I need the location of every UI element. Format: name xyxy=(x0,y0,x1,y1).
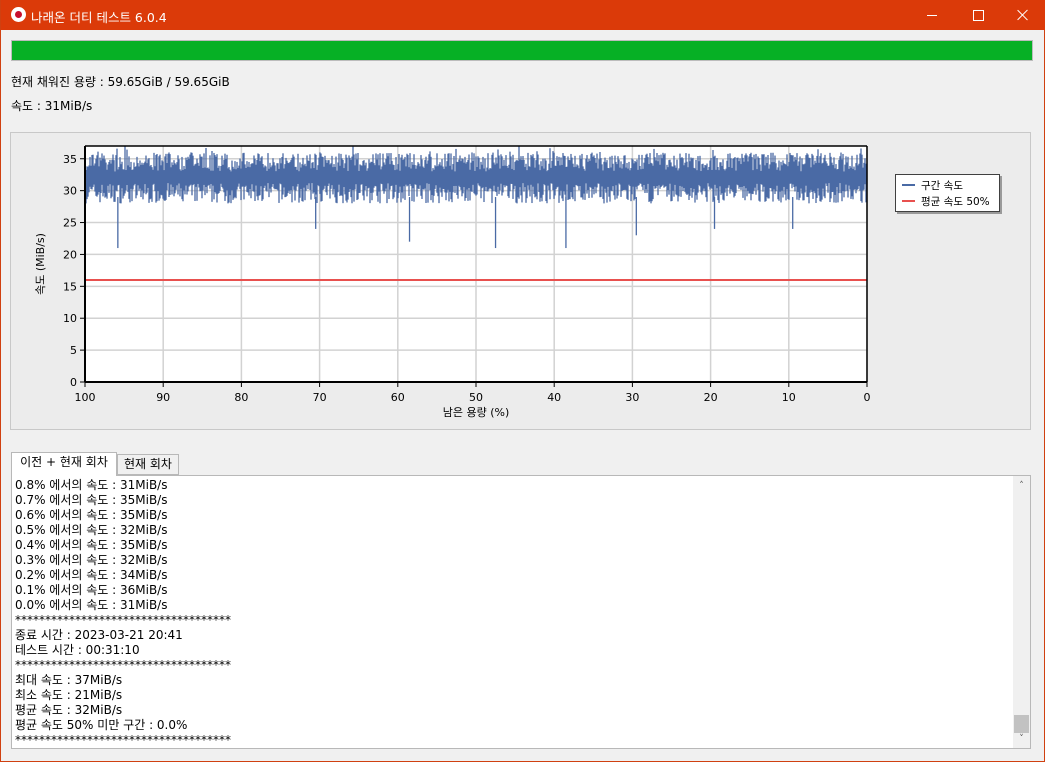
tab-previous-and-current[interactable]: 이전 + 현재 회차 xyxy=(11,452,117,476)
log-line: 0.3% 에서의 속도 : 32MiB/s xyxy=(15,553,168,567)
x-tick-label: 0 xyxy=(864,391,871,404)
x-tick-label: 40 xyxy=(547,391,561,404)
scroll-up-icon[interactable]: ˄ xyxy=(1013,477,1030,494)
y-tick-label: 10 xyxy=(63,312,77,325)
legend-label-average-speed: 평균 속도 50% xyxy=(921,195,990,208)
close-button[interactable] xyxy=(1000,0,1045,30)
x-tick-label: 20 xyxy=(704,391,718,404)
log-line: 테스트 시간 : 00:31:10 xyxy=(15,643,140,657)
legend-swatch-average-speed xyxy=(902,200,915,202)
x-axis-label: 남은 용량 (%) xyxy=(443,406,510,419)
log-line: 0.6% 에서의 속도 : 35MiB/s xyxy=(15,508,168,522)
legend-label-interval-speed: 구간 속도 xyxy=(921,179,963,192)
legend-swatch-interval-speed xyxy=(902,184,915,186)
x-tick-label: 50 xyxy=(469,391,483,404)
y-axis-label: 속도 (MiB/s) xyxy=(34,233,47,295)
log-line: 0.8% 에서의 속도 : 31MiB/s xyxy=(15,478,168,492)
app-logo-icon xyxy=(11,7,26,22)
speed-chart-panel: 100 90 80 70 60 50 40 30 20 10 0 0 5 10 15 20 25 30 35 남은 용… xyxy=(10,132,1031,430)
y-tick-label: 30 xyxy=(63,185,77,198)
log-line: 0.0% 에서의 속도 : 31MiB/s xyxy=(15,598,168,612)
x-tick-label: 10 xyxy=(782,391,796,404)
log-line: ************************************ xyxy=(15,613,231,627)
log-line: 평균 속도 50% 미만 구간 : 0.0% xyxy=(15,718,188,732)
log-scrollbar[interactable]: ˄ ˅ xyxy=(1013,476,1030,748)
log-lines: 0.8% 에서의 속도 : 31MiB/s 0.7% 에서의 속도 : 35MiB… xyxy=(15,478,231,748)
scroll-down-icon[interactable]: ˅ xyxy=(1013,730,1030,747)
speed-chart: 100 90 80 70 60 50 40 30 20 10 005101520253035남은 용… xyxy=(34,145,871,419)
y-tick-label: 25 xyxy=(63,217,77,230)
x-tick-label: 70 xyxy=(313,391,327,404)
minimize-icon xyxy=(927,14,937,16)
x-tick-label: 90 xyxy=(156,391,170,404)
log-line: 0.2% 에서의 속도 : 34MiB/s xyxy=(15,568,168,582)
x-tick-label: 30 xyxy=(625,391,639,404)
y-tick-label: 35 xyxy=(63,153,77,166)
log-textbox[interactable]: 0.8% 에서의 속도 : 31MiB/s 0.7% 에서의 속도 : 35MiB… xyxy=(11,475,1031,749)
fill-progress-bar xyxy=(11,40,1033,61)
minimize-button[interactable] xyxy=(909,0,955,30)
y-tick-label: 0 xyxy=(70,376,77,389)
title-bar[interactable]: 나래온 더티 테스트 6.0.4 xyxy=(1,0,1045,30)
x-tick-label: 100 xyxy=(75,391,96,404)
log-line: ************************************ xyxy=(15,658,231,672)
log-line: 0.5% 에서의 속도 : 32MiB/s xyxy=(15,523,168,537)
log-line: 종료 시간 : 2023-03-21 20:41 xyxy=(15,628,183,642)
app-window: 나래온 더티 테스트 6.0.4 현재 채워진 용량 : 59.65GiB / … xyxy=(0,0,1045,762)
legend-item-interval-speed: 구간 속도 xyxy=(902,178,963,192)
log-line: 0.1% 에서의 속도 : 36MiB/s xyxy=(15,583,168,597)
log-line: 최소 속도 : 21MiB/s xyxy=(15,688,123,702)
maximize-button[interactable] xyxy=(955,0,1001,30)
y-tick-label: 20 xyxy=(63,248,77,261)
progress-fill xyxy=(12,41,1032,60)
x-tick-label: 80 xyxy=(234,391,248,404)
speed-status: 속도 : 31MiB/s xyxy=(11,99,93,113)
log-line: ************************************ xyxy=(15,733,231,747)
log-line: 최대 속도 : 37MiB/s xyxy=(15,673,123,687)
tab-current[interactable]: 현재 회차 xyxy=(117,454,179,475)
log-line: 평균 속도 : 32MiB/s xyxy=(15,703,123,717)
log-line: 0.4% 에서의 속도 : 35MiB/s xyxy=(15,538,168,552)
x-tick-label: 60 xyxy=(391,391,405,404)
maximize-icon xyxy=(972,9,984,21)
y-tick-label: 15 xyxy=(63,280,77,293)
legend-item-average-speed: 평균 속도 50% xyxy=(902,194,990,208)
y-tick-label: 5 xyxy=(70,344,77,357)
log-line: 0.7% 에서의 속도 : 35MiB/s xyxy=(15,493,168,507)
close-icon xyxy=(1017,9,1029,21)
capacity-status: 현재 채워진 용량 : 59.65GiB / 59.65GiB xyxy=(11,75,230,89)
chart-legend: 구간 속도 평균 속도 50% xyxy=(895,174,1000,212)
window-title: 나래온 더티 테스트 6.0.4 xyxy=(31,10,167,25)
